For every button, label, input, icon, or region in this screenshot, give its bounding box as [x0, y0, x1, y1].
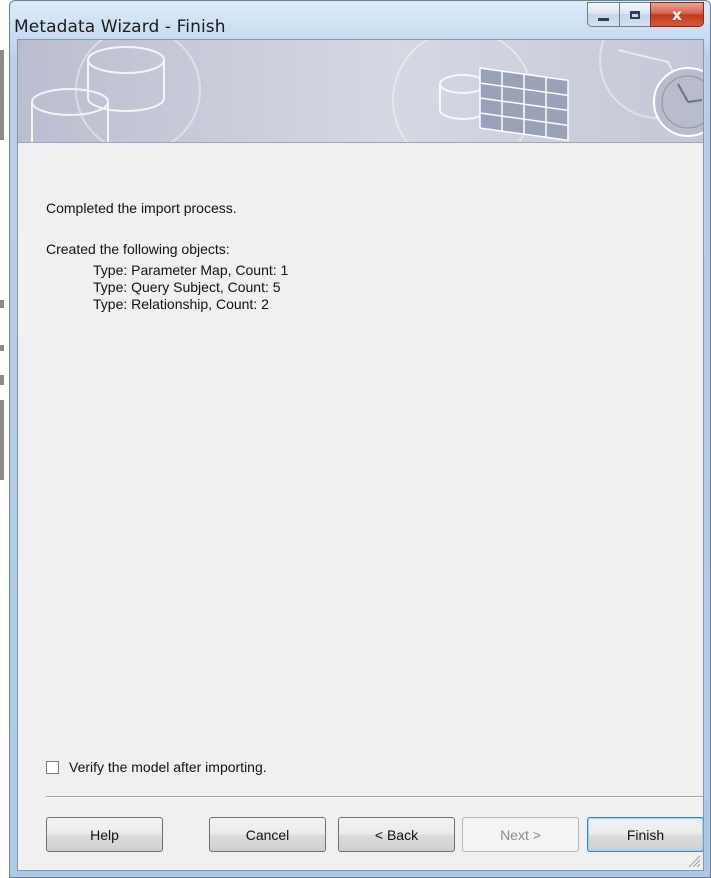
caption-buttons: x	[587, 2, 704, 29]
cancel-button[interactable]: Cancel	[209, 817, 326, 852]
window-title: Metadata Wizard - Finish	[14, 17, 226, 37]
wizard-client-area: Completed the import process. Created th…	[17, 39, 704, 871]
database-spreadsheet-banner-icon	[31, 40, 703, 142]
maximize-button[interactable]	[619, 2, 650, 27]
maximize-icon	[630, 10, 640, 19]
minimize-button[interactable]	[587, 2, 619, 27]
list-item: Type: Relationship, Count: 2	[93, 296, 269, 312]
close-button[interactable]: x	[650, 2, 704, 27]
background-strip	[0, 300, 4, 308]
verify-model-checkbox[interactable]	[46, 760, 59, 774]
wizard-banner	[18, 40, 703, 143]
background-strip	[0, 50, 4, 140]
created-objects-list: Type: Parameter Map, Count: 1 Type: Quer…	[93, 262, 288, 313]
help-button[interactable]: Help	[46, 817, 163, 852]
background-strip	[0, 400, 4, 480]
verify-model-label[interactable]: Verify the model after importing.	[69, 759, 267, 775]
back-button[interactable]: < Back	[338, 817, 455, 852]
finish-button[interactable]: Finish	[587, 817, 703, 852]
divider-highlight	[46, 797, 703, 798]
verify-model-option[interactable]: Verify the model after importing.	[46, 759, 267, 775]
created-objects-heading: Created the following objects:	[46, 241, 230, 257]
resize-grip-icon[interactable]	[687, 854, 701, 868]
background-strip	[0, 375, 4, 385]
completion-message: Completed the import process.	[46, 200, 237, 216]
minimize-icon	[598, 17, 609, 21]
list-item: Type: Query Subject, Count: 5	[93, 279, 281, 295]
list-item: Type: Parameter Map, Count: 1	[93, 262, 289, 278]
metadata-wizard-window: Metadata Wizard - Finish x Completed the…	[9, 0, 711, 878]
close-icon: x	[672, 5, 682, 24]
next-button: Next >	[462, 817, 579, 852]
background-strip	[0, 345, 4, 351]
